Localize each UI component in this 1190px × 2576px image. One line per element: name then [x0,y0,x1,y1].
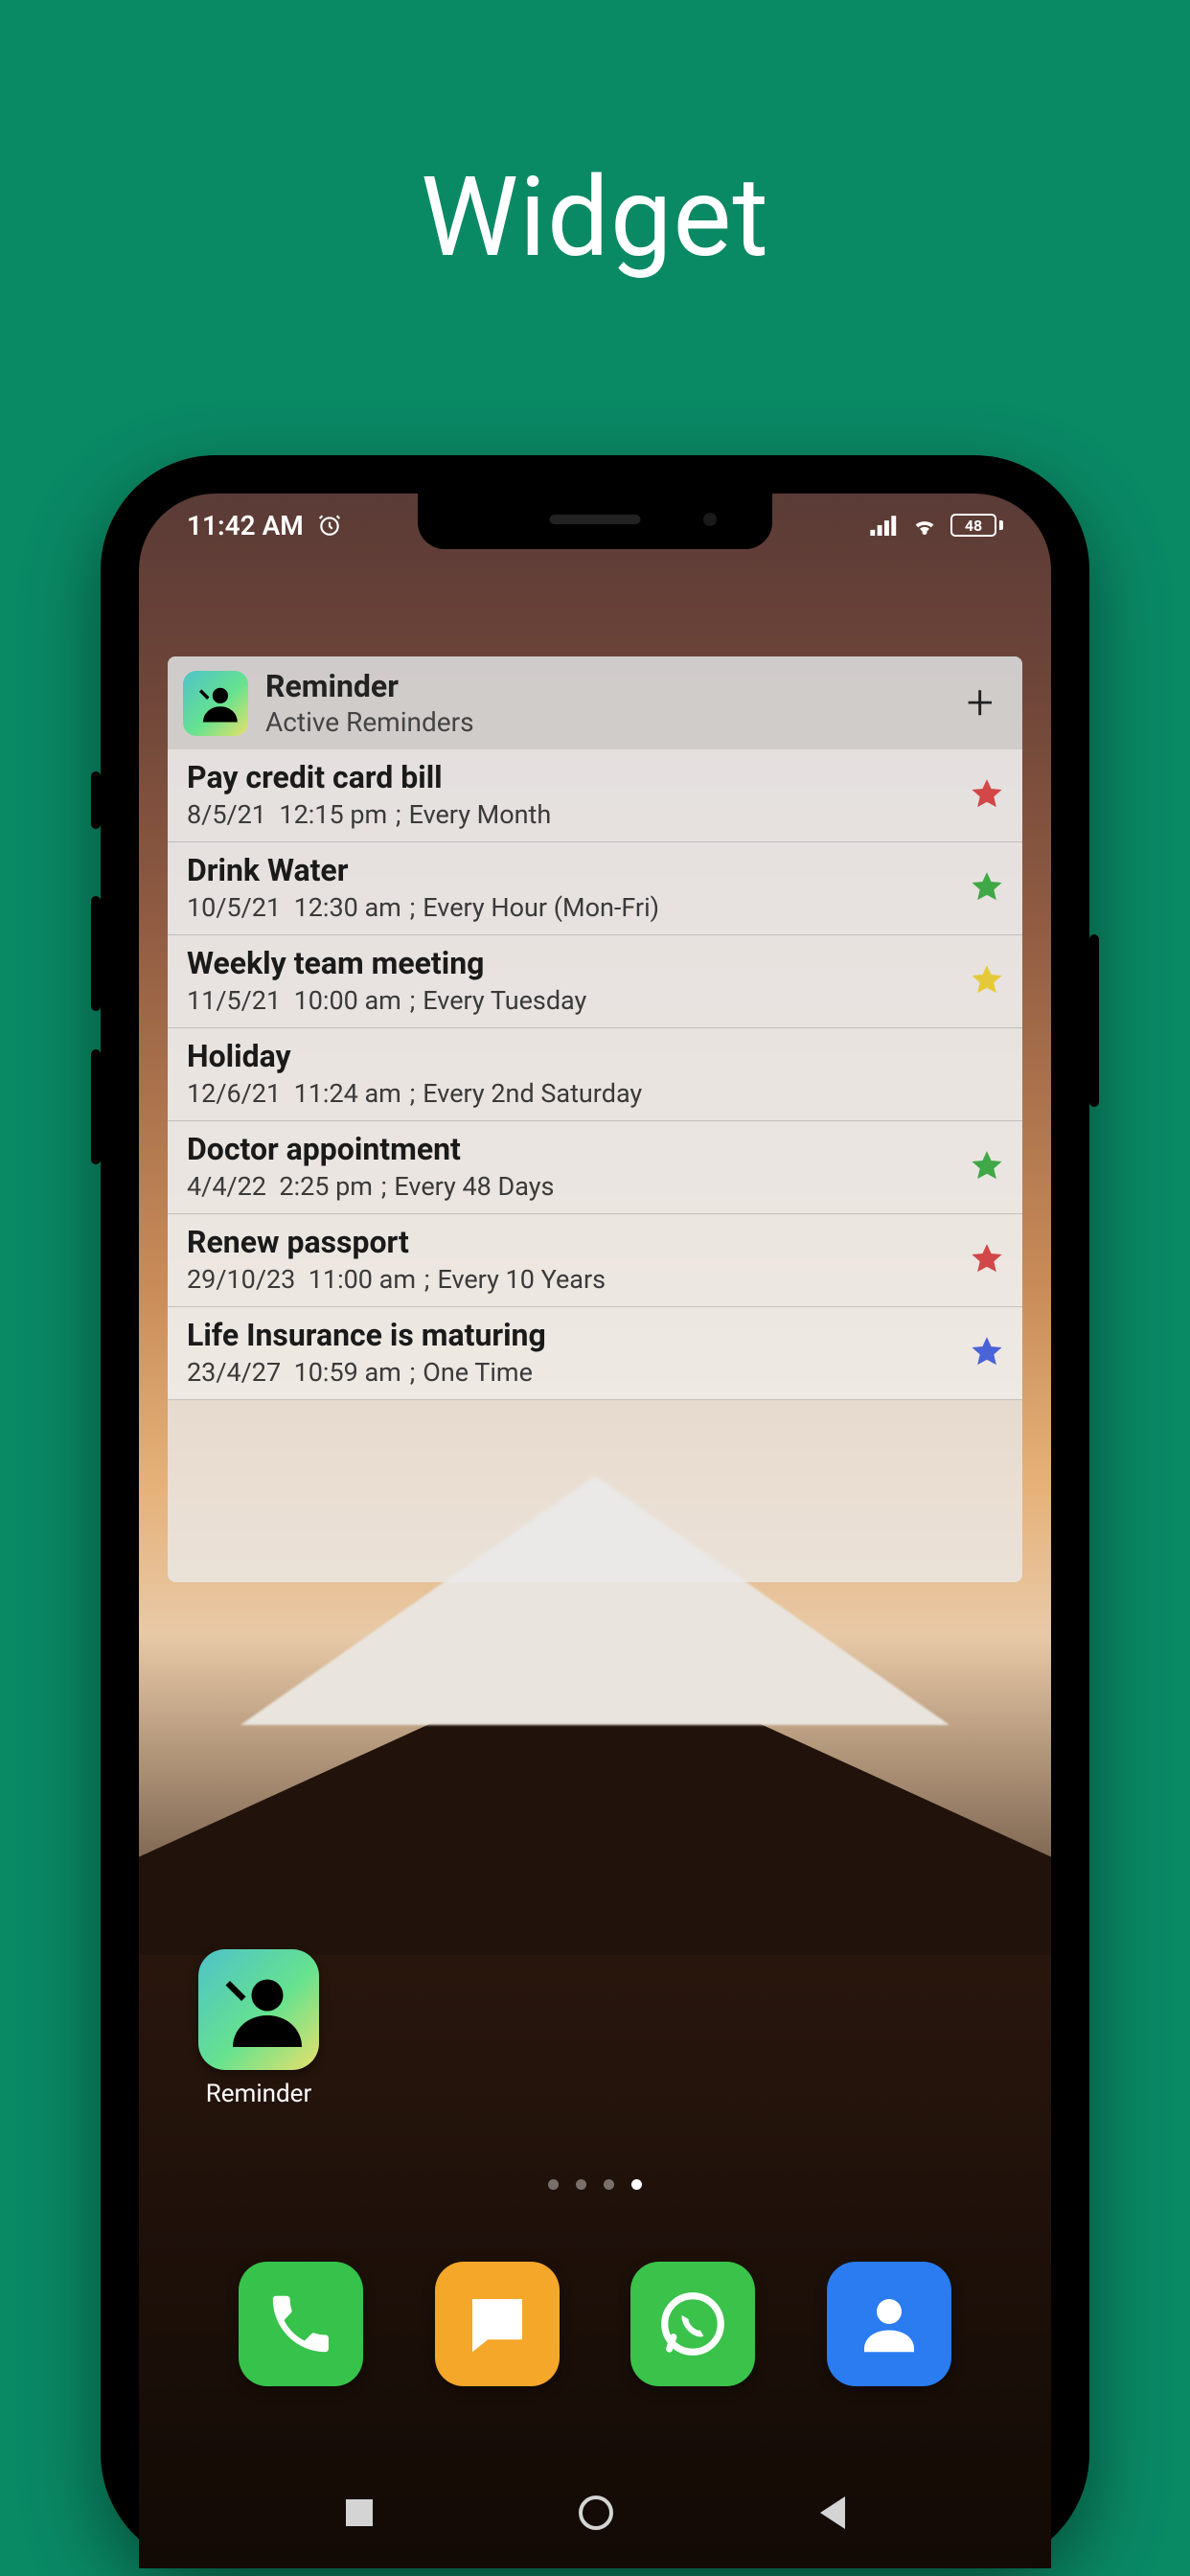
reminder-row[interactable]: Weekly team meeting 11/5/21 10:00 am ;Eve… [168,935,1022,1028]
star-icon[interactable] [971,1336,1003,1368]
reminder-title: Doctor appointment [187,1131,971,1167]
reminder-meta: 11/5/21 10:00 am ;Every Tuesday [187,985,971,1016]
nav-recent-button[interactable] [346,2499,373,2526]
page-title: Widget [0,153,1190,283]
reminder-row[interactable]: Renew passport 29/10/23 11:00 am ;Every 1… [168,1214,1022,1307]
battery-indicator: 48 [950,514,1003,537]
page-dot[interactable] [604,2179,614,2190]
dock-whatsapp-app[interactable] [630,2262,755,2386]
widget-subtitle: Active Reminders [265,706,959,738]
page-dot[interactable] [576,2179,586,2190]
widget-title: Reminder [265,668,959,704]
dock [139,2262,1051,2386]
star-icon[interactable] [971,778,1003,811]
add-reminder-button[interactable]: + [959,676,1001,731]
reminder-row[interactable]: Holiday 12/6/21 11:24 am ;Every 2nd Satur… [168,1028,1022,1121]
widget-header: Reminder Active Reminders + [168,656,1022,749]
reminder-row[interactable]: Life Insurance is maturing 23/4/27 10:59 … [168,1307,1022,1400]
page-dot[interactable] [631,2179,642,2190]
reminder-title: Holiday [187,1038,1003,1074]
notch [418,494,772,549]
reminder-meta: 4/4/22 2:25 pm ;Every 48 Days [187,1171,971,1202]
alarm-icon [317,513,342,538]
status-time: 11:42 AM [187,510,304,541]
wifi-icon [910,511,939,540]
nav-home-button[interactable] [579,2496,613,2530]
page-indicator[interactable] [139,2179,1051,2190]
reminder-title: Life Insurance is maturing [187,1317,971,1353]
reminder-row[interactable]: Drink Water 10/5/21 12:30 am ;Every Hour … [168,842,1022,935]
volume-up-btn [91,896,101,1011]
widget-list[interactable]: Pay credit card bill 8/5/21 12:15 pm ;Eve… [168,749,1022,1400]
navigation-bar [139,2496,1051,2530]
home-app-label: Reminder [192,2080,326,2108]
reminder-meta: 10/5/21 12:30 am ;Every Hour (Mon-Fri) [187,892,971,923]
power-btn [1089,934,1099,1107]
dock-contacts-app[interactable] [827,2262,951,2386]
star-icon[interactable] [971,964,1003,997]
star-icon[interactable] [971,1150,1003,1183]
reminder-row[interactable]: Pay credit card bill 8/5/21 12:15 pm ;Eve… [168,749,1022,842]
reminder-meta: 23/4/27 10:59 am ;One Time [187,1357,971,1388]
reminder-app-icon [198,1949,319,2070]
reminder-title: Renew passport [187,1224,971,1260]
mute-switch [91,771,101,829]
reminder-meta: 8/5/21 12:15 pm ;Every Month [187,799,971,830]
phone-screen: 11:42 AM [139,494,1051,2568]
volume-down-btn [91,1049,101,1164]
phone-frame: 11:42 AM [101,455,1089,2568]
signal-icon [870,515,899,536]
front-camera [703,513,717,526]
star-icon[interactable] [971,1243,1003,1276]
dock-messages-app[interactable] [435,2262,560,2386]
battery-level: 48 [965,517,982,535]
reminder-widget[interactable]: Reminder Active Reminders + Pay credit c… [168,656,1022,1582]
reminder-app-icon [183,671,248,736]
reminder-row[interactable]: Doctor appointment 4/4/22 2:25 pm ;Every … [168,1121,1022,1214]
reminder-title: Drink Water [187,852,971,888]
speaker-grill [550,515,641,524]
nav-back-button[interactable] [820,2496,845,2529]
reminder-meta: 12/6/21 11:24 am ;Every 2nd Saturday [187,1078,1003,1109]
home-app-reminder[interactable]: Reminder [192,1949,326,2108]
dock-phone-app[interactable] [239,2262,363,2386]
widget-empty-space [168,1400,1022,1582]
page-dot[interactable] [548,2179,559,2190]
star-icon[interactable] [971,871,1003,904]
reminder-title: Pay credit card bill [187,759,971,795]
reminder-title: Weekly team meeting [187,945,971,981]
reminder-meta: 29/10/23 11:00 am ;Every 10 Years [187,1264,971,1295]
